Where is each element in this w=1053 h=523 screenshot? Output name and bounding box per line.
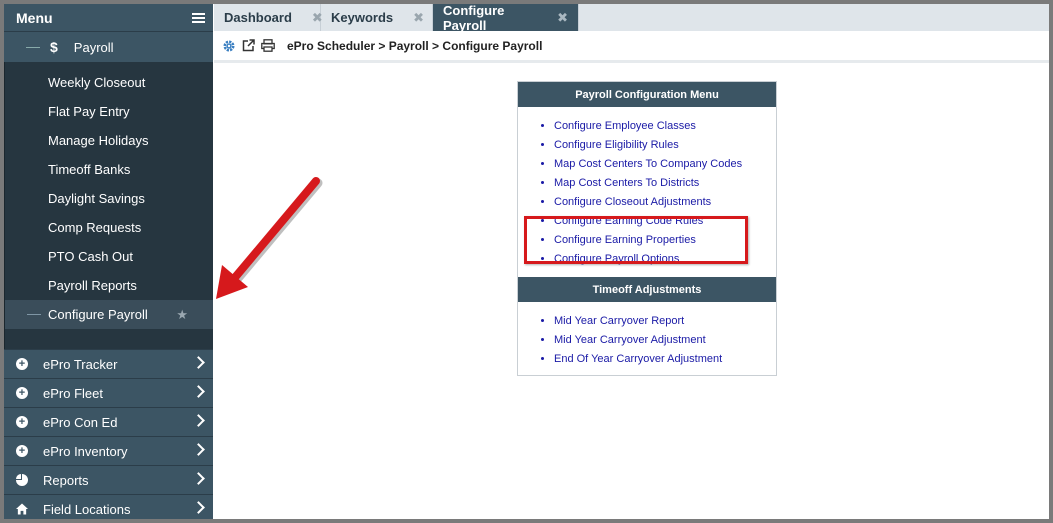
sidebar-item-label: Flat Pay Entry: [48, 104, 130, 119]
plus-circle-icon: +: [16, 416, 28, 428]
sidebar-item-manage-holidays[interactable]: Manage Holidays: [5, 126, 213, 155]
tab-configure-payroll[interactable]: Configure Payroll ✖: [433, 4, 579, 33]
dollar-icon: $: [50, 39, 58, 55]
menu-header: Menu: [4, 4, 213, 31]
annotation-highlight-box: [524, 216, 748, 264]
link-configure-eligibility-rules[interactable]: Configure Eligibility Rules: [554, 136, 776, 155]
tab-label: Dashboard: [224, 10, 292, 25]
sidebar-module-field-locations[interactable]: Field Locations: [4, 494, 213, 519]
plus-circle-icon: +: [16, 358, 28, 370]
sidebar-module-epro-tracker[interactable]: + ePro Tracker: [4, 349, 213, 378]
sidebar-item-daylight-savings[interactable]: Daylight Savings: [5, 184, 213, 213]
sidebar-item-timeoff-banks[interactable]: Timeoff Banks: [5, 155, 213, 184]
sidebar-item-label: Timeoff Banks: [48, 162, 131, 177]
sidebar-item-weekly-closeout[interactable]: Weekly Closeout: [5, 68, 213, 97]
sidebar-item-label: Payroll Reports: [48, 278, 137, 293]
timeoff-section: Timeoff Adjustments Mid Year Carryover R…: [518, 277, 776, 369]
plus-circle-icon: +: [16, 445, 28, 457]
sidebar-item-label: Daylight Savings: [48, 191, 145, 206]
link-end-of-year-carryover-adjustment[interactable]: End Of Year Carryover Adjustment: [554, 350, 776, 369]
link-map-cost-centers-company-codes[interactable]: Map Cost Centers To Company Codes: [554, 155, 776, 174]
section-title: Timeoff Adjustments: [518, 277, 776, 302]
sidebar-item-flat-pay-entry[interactable]: Flat Pay Entry: [5, 97, 213, 126]
module-label: ePro Con Ed: [43, 414, 118, 430]
tab-label: Keywords: [331, 10, 394, 25]
sidebar-item-label: Weekly Closeout: [48, 75, 146, 90]
print-icon[interactable]: [261, 39, 275, 52]
sidebar-module-epro-inventory[interactable]: + ePro Inventory: [4, 436, 213, 465]
link-mid-year-carryover-adjustment[interactable]: Mid Year Carryover Adjustment: [554, 331, 776, 350]
sidebar-item-label: PTO Cash Out: [48, 249, 134, 264]
sidebar-item-comp-requests[interactable]: Comp Requests: [5, 213, 213, 242]
sidebar-item-label: Configure Payroll: [48, 307, 148, 322]
sidebar-item-payroll-reports[interactable]: Payroll Reports: [5, 271, 213, 300]
sidebar-item-pto-cash-out[interactable]: PTO Cash Out: [5, 242, 213, 271]
plus-circle-icon: +: [16, 387, 28, 399]
link-mid-year-carryover-report[interactable]: Mid Year Carryover Report: [554, 312, 776, 331]
module-label: ePro Fleet: [43, 385, 103, 401]
star-icon[interactable]: ★: [176, 307, 188, 323]
chevron-right-icon: [192, 385, 205, 398]
app-frame: Menu $ Payroll Weekly Closeout Flat Pay …: [4, 4, 1049, 519]
external-link-icon[interactable]: [242, 39, 255, 52]
sidebar: Menu $ Payroll Weekly Closeout Flat Pay …: [4, 4, 213, 519]
panel-title: Payroll Configuration Menu: [518, 82, 776, 107]
menu-title: Menu: [16, 9, 53, 26]
chevron-right-icon: [192, 414, 205, 427]
tab-dashboard[interactable]: Dashboard ✖: [214, 4, 323, 31]
sidebar-module-epro-fleet[interactable]: + ePro Fleet: [4, 378, 213, 407]
breadcrumb-bar: ePro Scheduler > Payroll > Configure Pay…: [214, 31, 1049, 63]
tab-label: Configure Payroll: [443, 4, 505, 33]
chevron-right-icon: [192, 443, 205, 456]
sidebar-module-epro-con-ed[interactable]: + ePro Con Ed: [4, 407, 213, 436]
sidebar-section-payroll[interactable]: $ Payroll: [4, 31, 213, 62]
toolbar-icons: [222, 39, 281, 53]
module-label: Field Locations: [43, 501, 131, 517]
close-icon[interactable]: ✖: [557, 10, 568, 26]
annotation-arrow: [216, 177, 323, 299]
breadcrumb: ePro Scheduler > Payroll > Configure Pay…: [287, 38, 543, 53]
hamburger-icon[interactable]: [192, 12, 205, 23]
tree-line: [26, 46, 40, 48]
chevron-right-icon: [192, 501, 205, 514]
sidebar-section-label: Payroll: [73, 39, 114, 55]
module-label: Reports: [43, 472, 89, 488]
submenu-spacer: [5, 329, 213, 349]
chevron-right-icon: [192, 356, 205, 369]
home-icon: [16, 503, 28, 515]
gear-icon[interactable]: [222, 39, 236, 53]
sidebar-module-reports[interactable]: Reports: [4, 465, 213, 494]
module-label: ePro Inventory: [43, 443, 128, 459]
sidebar-item-label: Manage Holidays: [48, 133, 149, 148]
link-configure-employee-classes[interactable]: Configure Employee Classes: [554, 117, 776, 136]
chevron-right-icon: [192, 472, 205, 485]
link-configure-closeout-adjustments[interactable]: Configure Closeout Adjustments: [554, 193, 776, 212]
payroll-submenu: Weekly Closeout Flat Pay Entry Manage Ho…: [4, 62, 213, 349]
pie-chart-icon: [16, 474, 28, 486]
tab-keywords[interactable]: Keywords ✖: [321, 4, 433, 31]
link-map-cost-centers-districts[interactable]: Map Cost Centers To Districts: [554, 174, 776, 193]
sidebar-item-label: Comp Requests: [48, 220, 142, 235]
sidebar-item-configure-payroll[interactable]: Configure Payroll ★: [5, 300, 213, 329]
close-icon[interactable]: ✖: [413, 10, 424, 26]
tab-bar: Dashboard ✖ Keywords ✖ Configure Payroll…: [214, 4, 1049, 33]
module-label: ePro Tracker: [43, 356, 118, 372]
